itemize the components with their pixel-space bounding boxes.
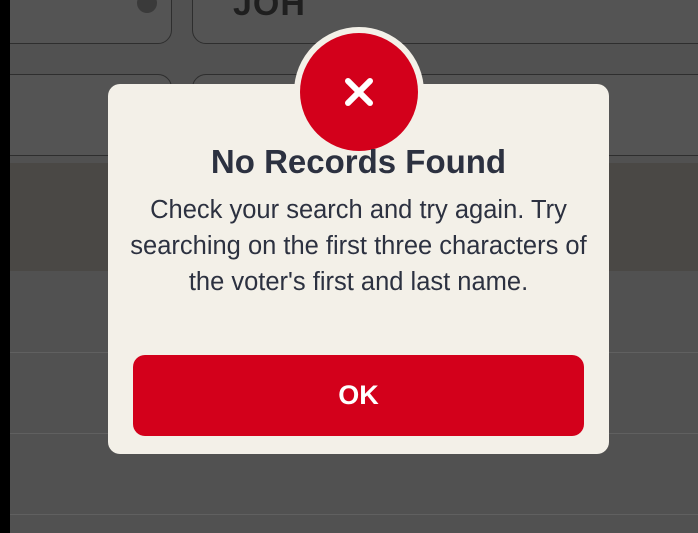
search-field-left [10, 0, 172, 44]
clear-icon [137, 0, 157, 13]
last-name-value: JOH [233, 0, 306, 23]
list-divider [10, 514, 698, 515]
ok-button[interactable]: OK [133, 355, 584, 436]
app-screen: JOH No Records Found Check your search a… [10, 0, 698, 533]
alert-message: Check your search and try again. Try sea… [130, 196, 587, 296]
close-icon [345, 78, 373, 106]
error-badge [300, 33, 418, 151]
last-name-field: JOH [192, 0, 698, 44]
alert-title: No Records Found [210, 143, 507, 180]
